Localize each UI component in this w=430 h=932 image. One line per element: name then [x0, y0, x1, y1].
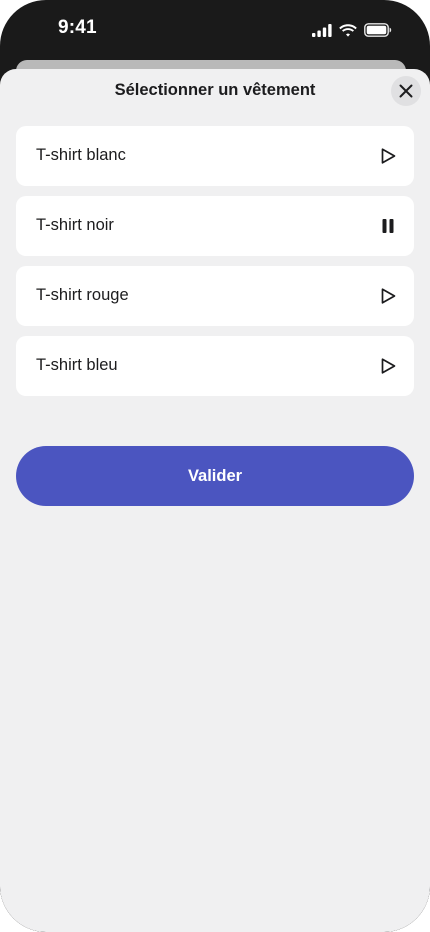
garment-list: T-shirt blanc T-shirt noir T-shirt rouge… [16, 126, 414, 406]
play-icon[interactable] [378, 286, 398, 306]
signal-icon [312, 23, 332, 37]
list-item-label: T-shirt rouge [36, 286, 129, 304]
battery-icon [364, 23, 392, 37]
list-item-label: T-shirt blanc [36, 146, 126, 164]
close-button[interactable] [391, 76, 421, 106]
phone-screen: 9:41 Sélectionner un vêtement T-shirt bl… [0, 0, 430, 932]
status-icons [312, 20, 392, 40]
bottom-sheet: Sélectionner un vêtement T-shirt blanc T… [0, 69, 430, 932]
list-item-t-shirt-rouge[interactable]: T-shirt rouge [16, 266, 414, 326]
sheet-title: Sélectionner un vêtement [114, 81, 316, 99]
list-item-label: T-shirt noir [36, 216, 114, 234]
pause-icon[interactable] [378, 216, 398, 236]
status-time: 9:41 [58, 17, 97, 38]
list-item-label: T-shirt bleu [36, 356, 118, 374]
wifi-icon [339, 23, 357, 37]
status-bar: 9:41 [0, 0, 430, 60]
play-icon[interactable] [378, 356, 398, 376]
list-item-t-shirt-noir[interactable]: T-shirt noir [16, 196, 414, 256]
play-icon[interactable] [378, 146, 398, 166]
sheet-header: Sélectionner un vêtement [0, 69, 430, 115]
list-item-t-shirt-blanc[interactable]: T-shirt blanc [16, 126, 414, 186]
close-icon [399, 84, 413, 98]
validate-button[interactable]: Valider [16, 446, 414, 506]
list-item-t-shirt-bleu[interactable]: T-shirt bleu [16, 336, 414, 396]
